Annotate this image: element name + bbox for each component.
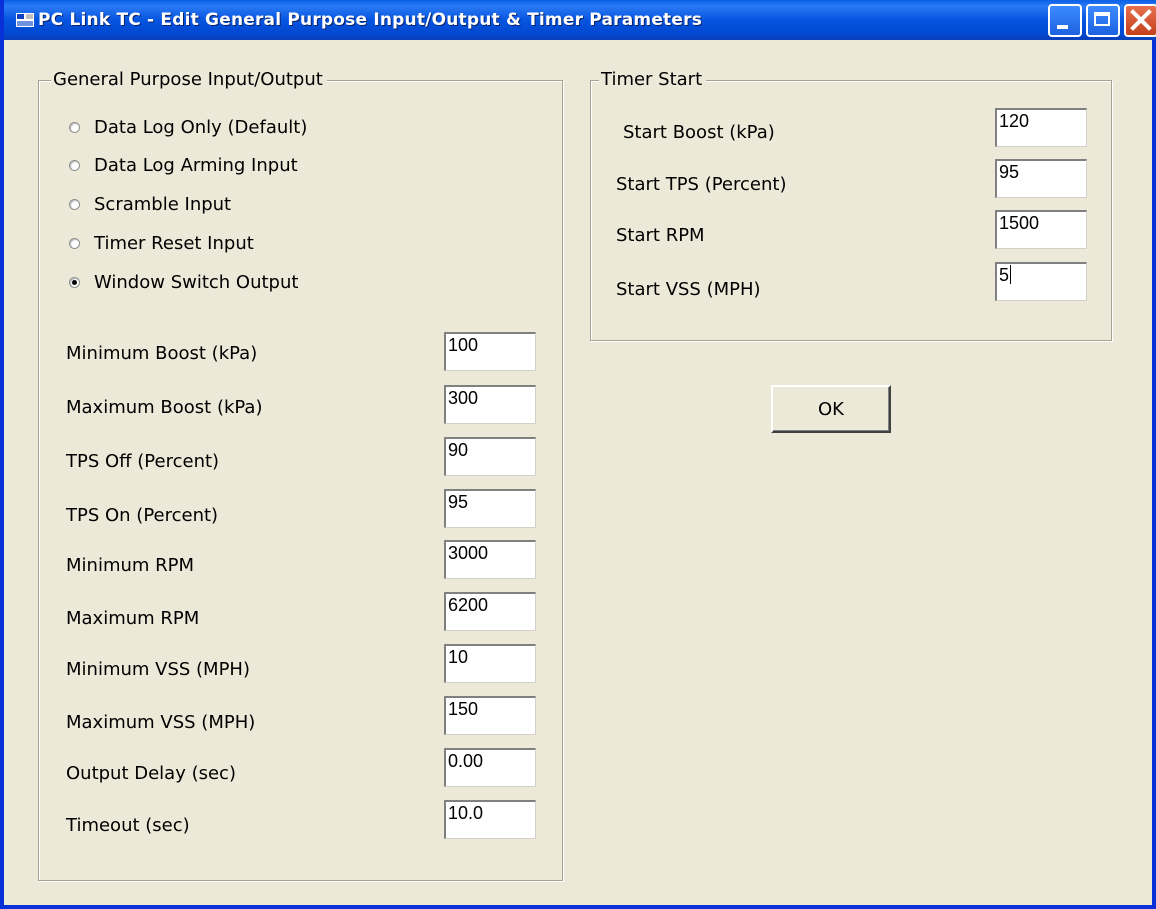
dialog-window: PC Link TC - Edit General Purpose Input/… <box>0 0 1156 909</box>
window-title: PC Link TC - Edit General Purpose Input/… <box>38 10 703 30</box>
minimum-rpm-label: Minimum RPM <box>66 555 195 576</box>
tps-on-label: TPS On (Percent) <box>66 505 219 526</box>
radio-label: Data Log Arming Input <box>94 154 298 176</box>
radio-button[interactable] <box>69 276 80 288</box>
radio-scramble-input[interactable]: Scramble Input <box>69 192 231 216</box>
radio-label: Timer Reset Input <box>94 232 254 254</box>
start-rpm-label: Start RPM <box>616 225 705 246</box>
ok-button[interactable]: OK <box>771 385 891 433</box>
timer-start-legend: Timer Start <box>599 69 707 90</box>
start-vss-value: 5 <box>999 265 1010 285</box>
start-boost-input[interactable]: 120 <box>995 108 1087 147</box>
maximize-icon[interactable] <box>1086 4 1120 37</box>
minimum-boost-label: Minimum Boost (kPa) <box>66 343 258 364</box>
maximum-boost-input[interactable]: 300 <box>444 385 536 424</box>
timeout-input[interactable]: 10.0 <box>444 800 536 839</box>
gpio-legend: General Purpose Input/Output <box>51 69 327 90</box>
start-boost-label: Start Boost (kPa) <box>623 122 775 143</box>
start-vss-input[interactable]: 5 <box>995 262 1087 301</box>
radio-button[interactable] <box>69 198 80 210</box>
output-delay-label: Output Delay (sec) <box>66 763 236 784</box>
app-icon <box>16 13 34 27</box>
maximum-boost-label: Maximum Boost (kPa) <box>66 397 263 418</box>
minimum-vss-input[interactable]: 10 <box>444 644 536 683</box>
minimum-vss-label: Minimum VSS (MPH) <box>66 659 250 680</box>
tps-on-input[interactable]: 95 <box>444 489 536 528</box>
start-rpm-input[interactable]: 1500 <box>995 210 1087 249</box>
radio-data-log-only[interactable]: Data Log Only (Default) <box>69 115 307 139</box>
maximum-vss-input[interactable]: 150 <box>444 696 536 735</box>
tps-off-input[interactable]: 90 <box>444 437 536 476</box>
output-delay-input[interactable]: 0.00 <box>444 748 536 787</box>
text-caret <box>1010 265 1012 284</box>
start-vss-label: Start VSS (MPH) <box>616 279 761 300</box>
start-tps-label: Start TPS (Percent) <box>616 174 787 195</box>
radio-timer-reset-input[interactable]: Timer Reset Input <box>69 231 254 255</box>
radio-window-switch-output[interactable]: Window Switch Output <box>69 270 298 294</box>
start-tps-input[interactable]: 95 <box>995 159 1087 198</box>
radio-button[interactable] <box>69 237 80 249</box>
timeout-label: Timeout (sec) <box>66 815 190 836</box>
title-bar[interactable]: PC Link TC - Edit General Purpose Input/… <box>4 0 1156 40</box>
maximum-vss-label: Maximum VSS (MPH) <box>66 712 256 733</box>
radio-button[interactable] <box>69 159 80 171</box>
minimum-boost-input[interactable]: 100 <box>444 332 536 371</box>
radio-label: Data Log Only (Default) <box>94 116 308 138</box>
radio-label: Window Switch Output <box>94 271 299 293</box>
maximum-rpm-input[interactable]: 6200 <box>444 592 536 631</box>
radio-label: Scramble Input <box>94 193 232 215</box>
radio-button[interactable] <box>69 121 80 133</box>
tps-off-label: TPS Off (Percent) <box>66 451 220 472</box>
minimize-icon[interactable] <box>1048 4 1082 37</box>
minimum-rpm-input[interactable]: 3000 <box>444 540 536 579</box>
close-icon[interactable] <box>1124 4 1156 37</box>
maximum-rpm-label: Maximum RPM <box>66 608 200 629</box>
radio-data-log-arming-input[interactable]: Data Log Arming Input <box>69 153 298 177</box>
